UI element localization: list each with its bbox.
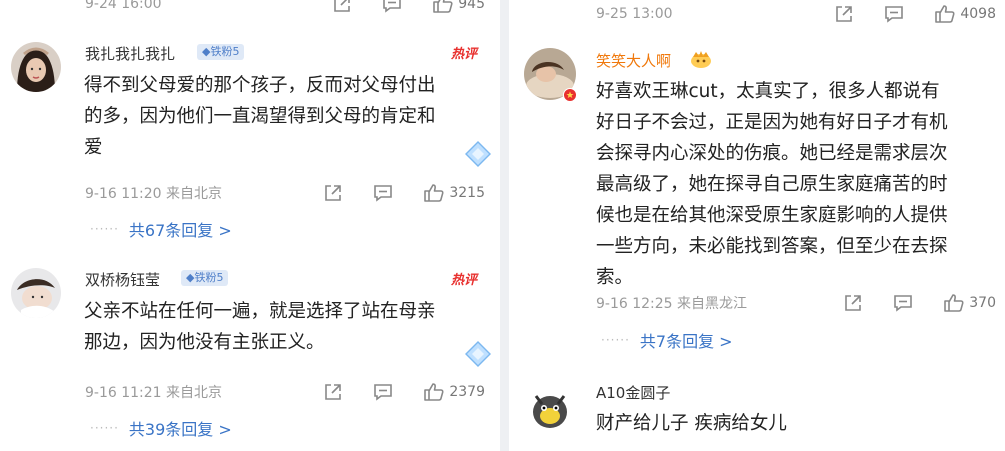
share-icon [836, 6, 853, 22]
hot-comment-tag: 热评 [451, 273, 478, 288]
comment-text: 父亲不站在任何一遍，就是选择了站在母亲 那边，因为他没有主张正义。 [84, 296, 494, 358]
share-icon [325, 384, 342, 400]
like-button[interactable]: 370 [943, 293, 996, 313]
replies-count-label: 共67条回复 > [128, 221, 232, 240]
column-divider [500, 0, 509, 451]
timestamp: 9-25 13:00 [596, 6, 673, 22]
prev-comment-meta: 9-24 16:00 945 [85, 0, 485, 16]
prev-comment-meta: 9-25 13:00 4098 [596, 2, 996, 26]
reply-button[interactable] [884, 4, 904, 24]
share-icon [325, 185, 342, 201]
comment-text: 好喜欢王琳cut，太真实了，很多人都说有 好日子不会过，正是因为她有好日子才有机… [596, 76, 1001, 293]
comment-icon [894, 295, 913, 312]
hot-diamond-icon [465, 341, 491, 367]
like-count: 3215 [449, 185, 485, 201]
thumbs-up-icon [944, 294, 964, 312]
comment-item: 我扎我扎我扎 ◆铁粉5 热评 得不到父母爱的那个孩子，反而对父母付出 的多，因为… [0, 30, 500, 250]
vip-badge-icon [563, 88, 577, 102]
time-location: 9-16 11:20 来自北京 [85, 186, 223, 202]
reply-dots: ······ [90, 421, 119, 435]
like-button[interactable]: 4098 [934, 4, 996, 24]
like-count: 2379 [449, 384, 485, 400]
view-replies-link[interactable]: ······ 共7条回复 > [601, 328, 733, 352]
comment-line: 好日子不会过，正是因为她有好日子才有机 [596, 112, 948, 133]
like-button[interactable]: 945 [432, 0, 485, 14]
username[interactable]: 双桥杨钰莹 [85, 269, 160, 290]
thumbs-up-icon [424, 383, 444, 401]
thumbs-up-icon [935, 5, 955, 23]
comment-meta: 9-16 11:21 来自北京 2379 [85, 380, 485, 404]
fan-badge-label: 铁粉5 [210, 45, 240, 58]
hot-diamond-icon [465, 141, 491, 167]
comment-line: 候也是在给其他深受原生家庭影响的人提供 [596, 205, 948, 226]
reply-dots: ······ [90, 222, 119, 236]
comment-icon [374, 384, 393, 401]
time-location: 9-16 11:21 来自北京 [85, 385, 223, 401]
right-comment-column: 9-25 13:00 4098 笑笑大人啊 好喜欢王琳cut，太真实了，很多人都… [509, 0, 1005, 451]
comment-item: 双桥杨钰莹 ◆铁粉5 热评 父亲不站在任何一遍，就是选择了站在母亲 那边，因为他… [0, 256, 500, 451]
username[interactable]: 我扎我扎我扎 [85, 43, 175, 64]
like-button[interactable]: 2379 [423, 382, 485, 402]
view-replies-link[interactable]: ······ 共67条回复 > [90, 217, 232, 241]
timestamp: 9-24 16:00 [85, 0, 162, 12]
comment-line: 最高级了，她在探寻自己原生家庭痛苦的时 [596, 174, 948, 195]
avatar[interactable] [11, 268, 61, 318]
left-comment-column: 9-24 16:00 945 我扎我扎我扎 ◆铁粉5 热评 得不到父母爱的那个孩… [0, 0, 500, 451]
share-button[interactable] [323, 382, 343, 402]
hot-comment-tag: 热评 [451, 47, 478, 62]
comment-line: 父亲不站在任何一遍，就是选择了站在母亲 [84, 301, 436, 322]
comment-text: 得不到父母爱的那个孩子，反而对父母付出 的多，因为他们一直渴望得到父母的肯定和 … [84, 70, 494, 163]
comment-line: 一些方向，未必能找到答案，但至少在去探 [596, 236, 948, 257]
fan-badge: ◆铁粉5 [181, 270, 229, 286]
avatar[interactable] [524, 382, 576, 434]
comment-line: 那边，因为他没有主张正义。 [84, 332, 325, 353]
thumbs-up-icon [424, 184, 444, 202]
share-button[interactable] [332, 0, 352, 14]
comment-line: 财产给儿子 疾病给女儿 [596, 413, 787, 434]
comment-text: 财产给儿子 疾病给女儿 [596, 408, 1001, 439]
fan-badge: ◆铁粉5 [197, 44, 245, 60]
member-crown-icon [691, 51, 711, 68]
reply-button[interactable] [893, 293, 913, 313]
like-count: 370 [969, 295, 996, 311]
reply-button[interactable] [373, 183, 393, 203]
thumbs-up-icon [433, 0, 453, 13]
comment-icon [374, 185, 393, 202]
username[interactable]: A10金圆子 [596, 382, 670, 403]
comment-line: 爱 [84, 137, 103, 158]
fan-badge-label: 铁粉5 [194, 271, 224, 284]
avatar[interactable] [11, 42, 61, 92]
share-icon [845, 295, 862, 311]
comment-line: 的多，因为他们一直渴望得到父母的肯定和 [84, 106, 436, 127]
comment-line: 好喜欢王琳cut，太真实了，很多人都说有 [596, 81, 940, 102]
reply-dots: ······ [601, 333, 630, 347]
share-button[interactable] [323, 183, 343, 203]
comment-icon [885, 6, 904, 23]
share-icon [334, 0, 351, 12]
like-count: 945 [458, 0, 485, 12]
comment-item: 笑笑大人啊 好喜欢王琳cut，太真实了，很多人都说有 好日子不会过，正是因为她有… [509, 36, 1005, 366]
view-replies-link[interactable]: ······ 共39条回复 > [90, 416, 232, 440]
comment-icon [383, 0, 402, 13]
time-location: 9-16 12:25 来自黑龙江 [596, 296, 748, 312]
username[interactable]: 笑笑大人啊 [596, 50, 671, 71]
reply-button[interactable] [382, 0, 402, 14]
replies-count-label: 共7条回复 > [639, 332, 733, 351]
comment-line: 得不到父母爱的那个孩子，反而对父母付出 [84, 75, 436, 96]
like-button[interactable]: 3215 [423, 183, 485, 203]
comment-line: 索。 [596, 267, 634, 288]
like-count: 4098 [960, 6, 996, 22]
comment-meta: 9-16 11:20 来自北京 3215 [85, 181, 485, 205]
share-button[interactable] [843, 293, 863, 313]
comment-line: 会探寻内心深处的伤痕。她已经是需求层次 [596, 143, 948, 164]
comment-item: A10金圆子 财产给儿子 疾病给女儿 [509, 372, 1005, 451]
replies-count-label: 共39条回复 > [128, 420, 232, 439]
share-button[interactable] [834, 4, 854, 24]
reply-button[interactable] [373, 382, 393, 402]
comment-meta: 9-16 12:25 来自黑龙江 370 [596, 291, 996, 315]
